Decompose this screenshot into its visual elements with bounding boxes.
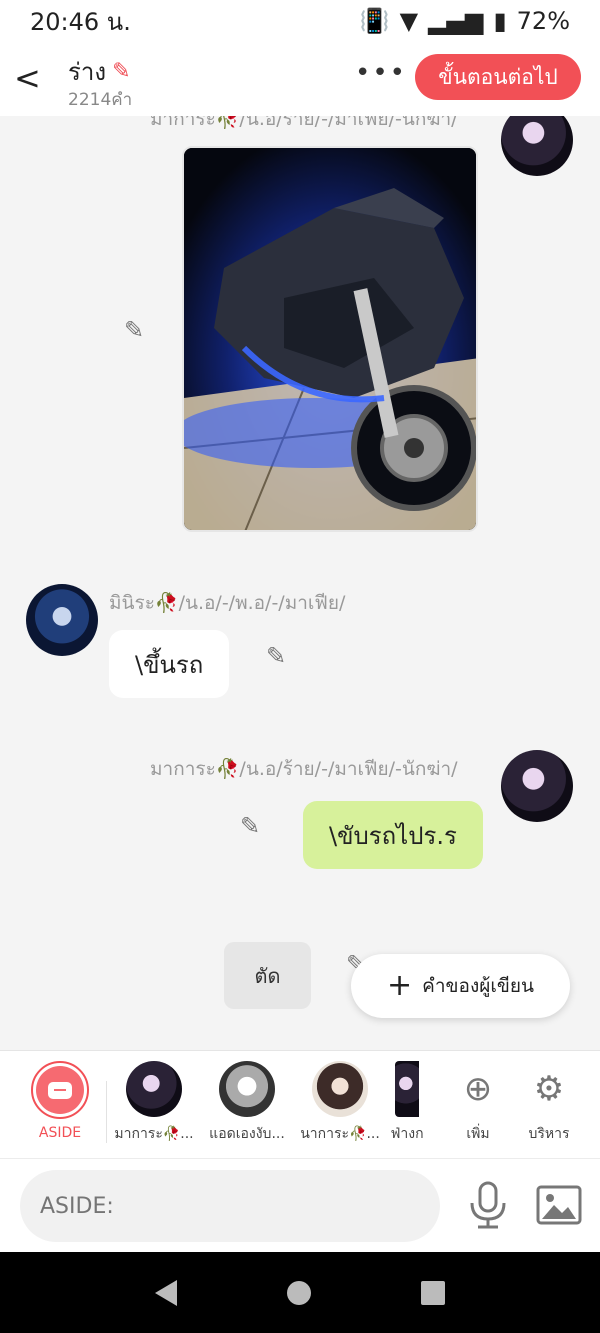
status-icons: 📳 ▼ ▂▄▆ ▮ 72% <box>360 7 570 35</box>
character-avatar <box>126 1061 182 1117</box>
author-note-label: คำของผู้เขียน <box>422 975 534 997</box>
microphone-icon[interactable] <box>466 1181 510 1229</box>
battery-icon: ▮ <box>493 7 507 35</box>
image-upload-icon[interactable] <box>536 1185 582 1225</box>
message-icon <box>36 1066 84 1114</box>
system-nav-bar <box>0 1252 600 1333</box>
edit-message-icon[interactable]: ✎ <box>240 812 260 840</box>
character-label: มาการะ🥀... <box>114 1126 194 1142</box>
character-avatar <box>312 1061 368 1117</box>
back-button[interactable]: < <box>14 60 44 100</box>
character-label: ASIDE <box>38 1125 82 1141</box>
character-label: นาการะ🥀... <box>300 1126 380 1142</box>
character-avatar <box>395 1061 419 1117</box>
message-bubble[interactable]: \ขึ้นรถ <box>109 630 230 698</box>
motorcycle-illustration <box>184 148 476 530</box>
manage-button[interactable]: ⚙ บริหาร <box>504 1061 594 1145</box>
divider <box>106 1081 107 1143</box>
avatar[interactable] <box>501 116 573 176</box>
chat-area[interactable]: มาการะ🥀/น.อ/ร้าย/-/มาเฟีย/-นักฆ่า/ ✎ มิน… <box>0 116 600 1050</box>
add-circle-icon: ⊕ <box>463 1069 493 1109</box>
top-bar: < ร่าง ✎ 2214คำ ••• ขั้นตอนต่อไป <box>0 42 600 116</box>
battery-level: 72% <box>516 7 570 35</box>
nav-home-icon[interactable] <box>287 1280 311 1305</box>
wifi-icon: ▼ <box>399 7 419 35</box>
manage-label: บริหาร <box>528 1126 570 1142</box>
character-avatar <box>219 1061 275 1117</box>
message-sender-name: มินิระ🥀/น.อ/-/พ.อ/-/มาเฟีย/ <box>109 592 346 614</box>
character-label: แอดเองงับ... <box>209 1126 285 1142</box>
character-bar: ASIDE มาการะ🥀... แอดเองงับ... นาการะ🥀...… <box>0 1050 600 1158</box>
avatar[interactable] <box>501 750 573 822</box>
edit-title-icon[interactable]: ✎ <box>112 59 130 84</box>
avatar[interactable] <box>26 584 98 656</box>
input-area <box>0 1158 600 1252</box>
character-aside[interactable]: ASIDE <box>15 1061 105 1141</box>
status-time: 20:46 น. <box>30 7 131 36</box>
message-bubble[interactable]: \ขับรถไปร.ร <box>303 801 483 869</box>
status-bar: 20:46 น. 📳 ▼ ▂▄▆ ▮ 72% <box>0 0 600 42</box>
gear-icon: ⚙ <box>533 1069 565 1109</box>
message-sender-name: มาการะ🥀/น.อ/ร้าย/-/มาเฟีย/-นักฆ่า/ <box>150 116 458 130</box>
cut-button[interactable]: ตัด <box>224 942 311 1009</box>
message-sender-name: มาการะ🥀/น.อ/ร้าย/-/มาเฟีย/-นักฆ่า/ <box>150 758 458 780</box>
more-options-button[interactable]: ••• <box>355 58 407 88</box>
character-item[interactable]: มาการะ🥀... <box>109 1061 199 1145</box>
nav-back-icon[interactable] <box>155 1279 177 1306</box>
aside-avatar <box>31 1061 89 1119</box>
signal-icon: ▂▄▆ <box>428 7 484 35</box>
nav-recents-icon[interactable] <box>421 1280 445 1305</box>
message-input[interactable] <box>20 1170 440 1242</box>
edit-message-icon[interactable]: ✎ <box>124 316 144 344</box>
author-note-button[interactable]: + คำของผู้เขียน <box>351 954 570 1018</box>
vibrate-icon: 📳 <box>359 7 390 35</box>
word-count: 2214คำ <box>68 90 133 110</box>
next-step-button[interactable]: ขั้นตอนต่อไป <box>415 54 581 100</box>
edit-message-icon[interactable]: ✎ <box>266 642 286 670</box>
character-item[interactable]: นาการะ🥀... <box>295 1061 385 1145</box>
character-item[interactable]: แอดเองงับ... <box>202 1061 292 1145</box>
character-label: ฟ่างก <box>390 1126 424 1142</box>
character-item[interactable]: ฟ่างก <box>377 1061 437 1145</box>
plus-icon: + <box>387 968 413 1003</box>
motorcycle-image[interactable] <box>182 146 478 532</box>
